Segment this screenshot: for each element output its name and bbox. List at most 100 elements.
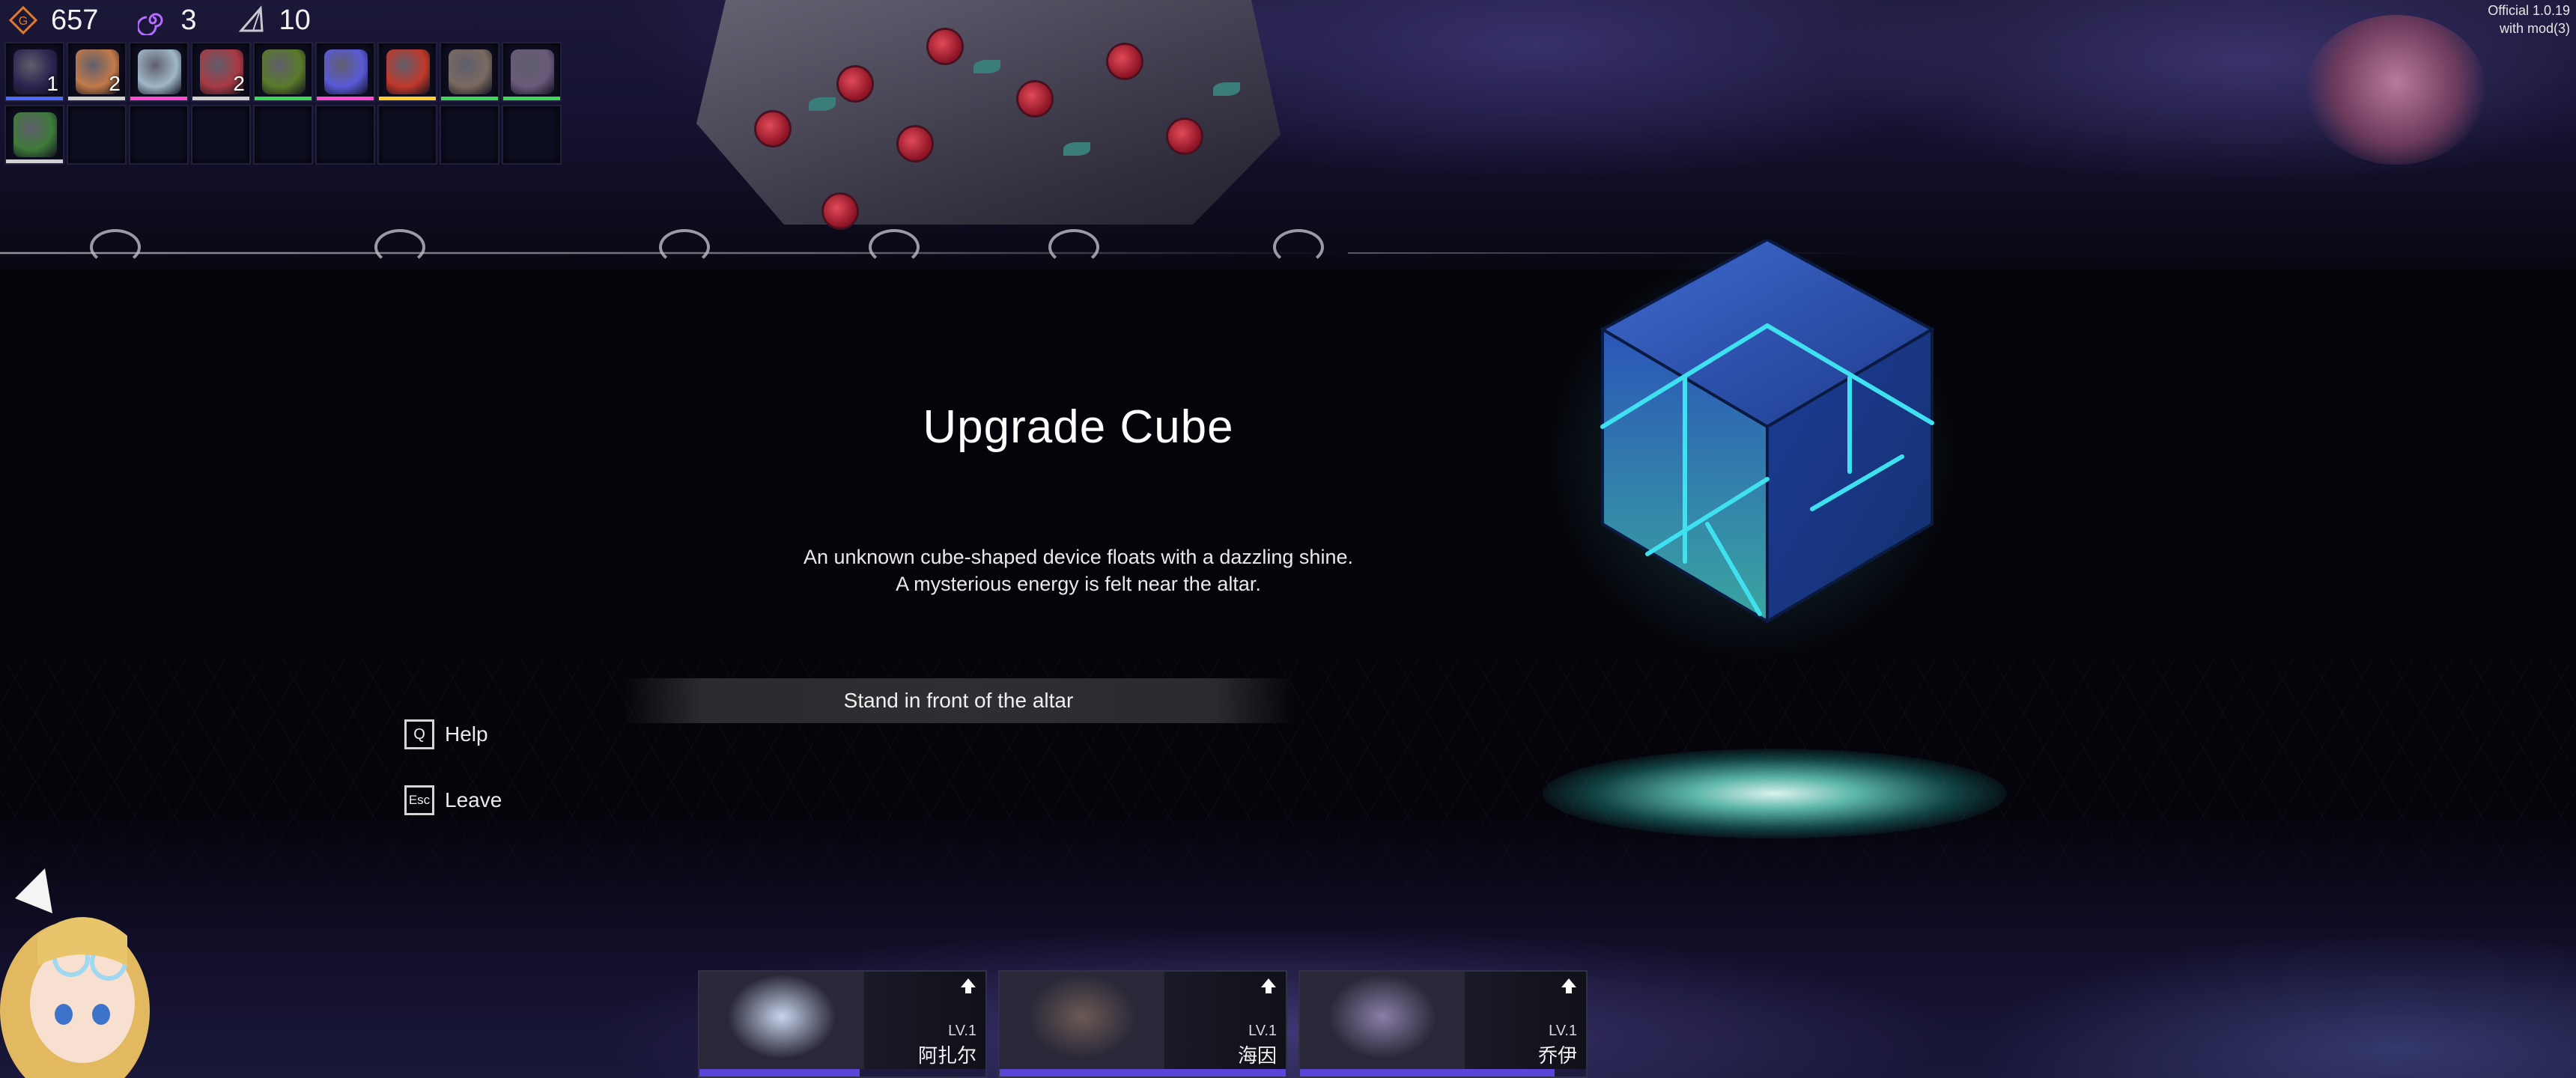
flower-cart-art [696,0,1281,225]
gold-counter: G 657 [6,3,98,37]
shard-counter: 10 [234,3,311,37]
inventory-slot[interactable]: 2 [191,42,251,102]
leaf-decoration [973,60,1000,73]
description-line: A mysterious energy is felt near the alt… [896,573,1261,595]
rarity-bar [130,97,187,100]
leaf-decoration [1213,82,1240,96]
rose-decoration [899,127,932,160]
gold-coin-icon: G [6,3,40,37]
hp-bar-fill [1000,1069,1286,1077]
clover-box-item-icon [324,49,368,94]
character-portrait [1300,972,1465,1069]
inventory-slot-empty[interactable] [191,105,251,165]
inventory-slot[interactable] [377,42,437,102]
inventory-slot-empty[interactable] [67,105,127,165]
upgrade-cube-icon[interactable] [1588,240,1947,629]
ornament-swirl [869,229,920,265]
svg-text:G: G [19,15,28,28]
character-name: 海因 [1237,1045,1277,1068]
rose-decoration [1168,120,1201,153]
rarity-bar [192,97,249,100]
level-up-arrow-icon [961,978,976,993]
hp-bar-fill [699,1069,860,1077]
inventory-slot[interactable] [253,42,313,102]
character-level: LV.1 [1248,1023,1277,1039]
item-count: 2 [109,72,121,95]
rose-decoration [756,112,789,145]
help-hotkey-button[interactable]: Q Help [404,717,488,752]
rarity-bar [441,97,498,100]
inventory-slot[interactable] [315,42,375,102]
green-herb-item-icon [13,112,57,157]
esc-key-icon: Esc [404,785,434,815]
character-name: 乔伊 [1537,1045,1577,1068]
character-portrait [1000,972,1164,1069]
red-book-item-icon [386,49,430,94]
party-roster: LV.1 阿扎尔 LV.1 海因 LV.1 乔伊 [698,970,1599,1078]
ornament-swirl [1048,229,1099,265]
ornament-swirl [90,229,141,265]
ice-cube-item-icon [138,49,181,94]
leave-label: Leave [445,788,502,811]
rarity-bar [317,97,374,100]
party-member-card[interactable]: LV.1 乔伊 [1298,970,1588,1078]
shard-value: 10 [279,4,311,36]
event-title: Upgrade Cube [923,401,1234,453]
inventory-slot[interactable] [4,105,64,165]
character-name: 阿扎尔 [917,1045,976,1068]
rarity-bar [379,97,436,100]
inventory-slot-empty[interactable] [377,105,437,165]
rarity-bar [6,159,63,163]
inventory-slot[interactable] [129,42,189,102]
spiral-counter: 3 [136,3,197,37]
rose-statue-art [2306,15,2486,165]
rarity-bar [503,97,560,100]
rose-decoration [839,67,872,100]
leaf-decoration [809,97,836,111]
inventory-slot[interactable] [502,42,562,102]
unknown-item-icon [511,49,554,94]
mod-count-line: with mod(3) [2499,21,2570,36]
party-member-card[interactable]: LV.1 阿扎尔 [698,970,987,1078]
inventory-slot[interactable] [440,42,499,102]
version-label: Official 1.0.19 with mod(3) [2488,1,2570,37]
guide-girl-portrait [0,868,150,1078]
party-member-card[interactable]: LV.1 海因 [998,970,1287,1078]
description-line: An unknown cube-shaped device floats wit… [804,546,1353,568]
inventory-slot-empty[interactable] [502,105,562,165]
leave-hotkey-button[interactable]: Esc Leave [404,783,502,817]
inventory-slot-empty[interactable] [253,105,313,165]
item-count: 1 [46,72,58,95]
leaf-decoration [1063,142,1090,156]
ornament-swirl [659,229,710,265]
rarity-bar [255,97,312,100]
help-label: Help [445,722,488,746]
rose-decoration [929,30,962,63]
hp-bar-fill [1300,1069,1555,1077]
inventory-slot-empty[interactable] [129,105,189,165]
altar-light [1543,749,2007,838]
rose-decoration [1018,82,1051,115]
q-key-icon: Q [404,719,434,749]
character-level: LV.1 [948,1023,976,1039]
inventory-slot-empty[interactable] [440,105,499,165]
level-up-arrow-icon [1561,978,1576,993]
resource-bar: G 657 3 10 [6,1,348,39]
spiral-value: 3 [180,4,197,36]
ornament-swirl [1273,229,1324,265]
choice-stand-at-altar-button[interactable]: Stand in front of the altar [622,678,1295,723]
triangle-shard-icon [234,3,269,37]
item-count: 2 [233,72,245,95]
purple-spiral-icon [136,3,170,37]
level-up-arrow-icon [1261,978,1276,993]
green-orb-item-icon [262,49,306,94]
character-portrait [699,972,864,1069]
inventory-slot[interactable]: 2 [67,42,127,102]
rarity-bar [6,97,63,100]
gold-value: 657 [51,4,99,36]
unknown-item-icon [449,49,492,94]
rarity-bar [68,97,125,100]
inventory-slot-empty[interactable] [315,105,375,165]
inventory-slot[interactable]: 1 [4,42,64,102]
character-level: LV.1 [1549,1023,1577,1039]
